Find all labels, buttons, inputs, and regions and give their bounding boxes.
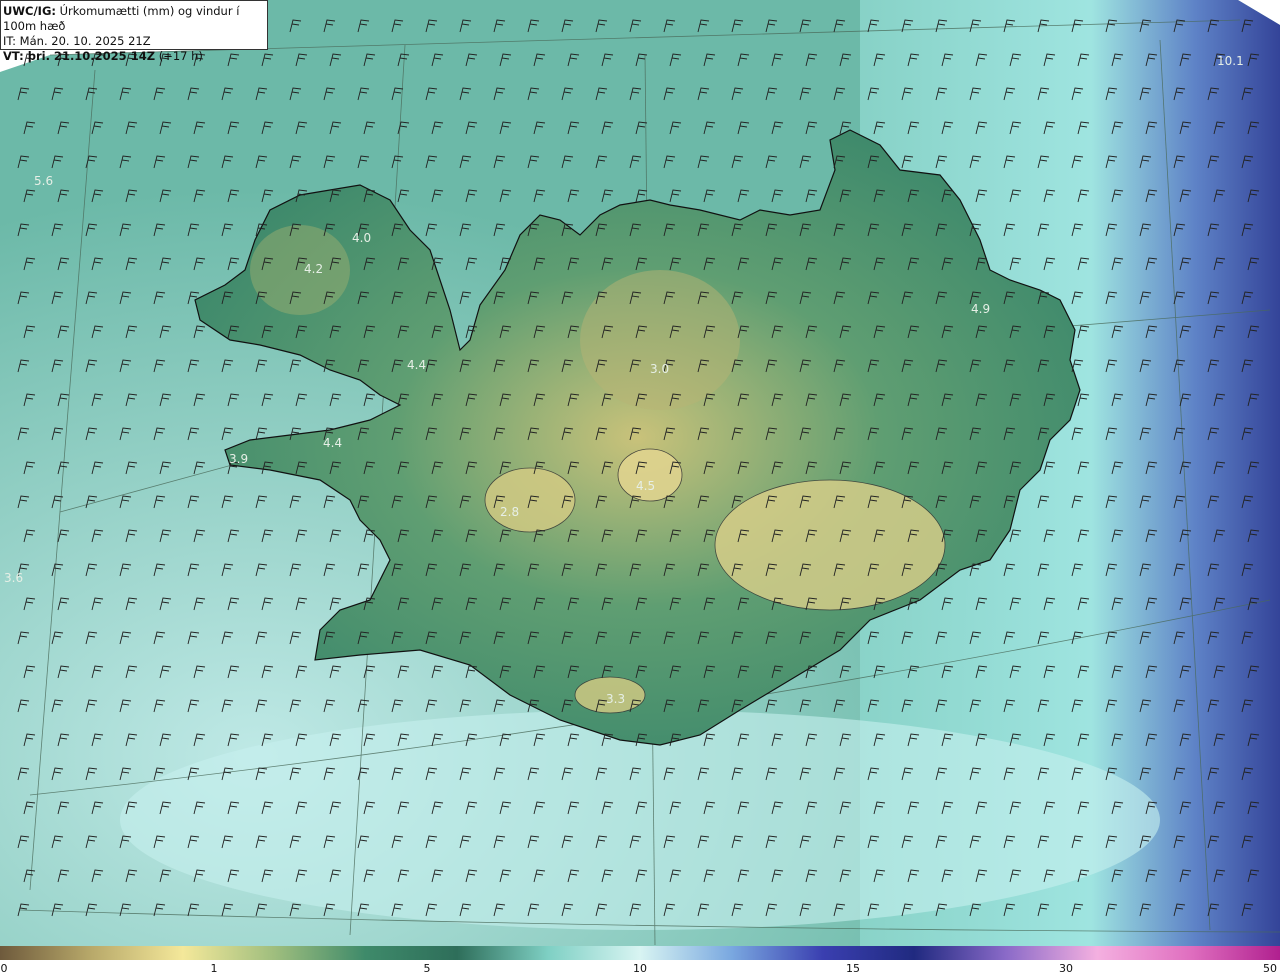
map-value-label: 5.6 [34, 174, 53, 188]
map-value-label: 2.8 [500, 505, 519, 519]
map-value-label: 4.0 [352, 231, 371, 245]
color-scale-tick: 0 [0, 962, 8, 975]
forecast-offset: (+17 h) [158, 49, 203, 63]
map-value-label: 3.0 [650, 362, 669, 376]
map-value-label: 4.9 [971, 302, 990, 316]
title-line: UWC/IG: Úrkomumætti (mm) og vindur í 100… [3, 4, 267, 34]
color-scale-tick: 15 [846, 962, 860, 975]
map-value-label: 10.1 [1217, 54, 1244, 68]
map-value-label: 4.4 [407, 358, 426, 372]
map-value-label: 4.4 [323, 436, 342, 450]
map-value-label: 3.3 [606, 692, 625, 706]
map-value-label: 3.9 [229, 452, 248, 466]
model-name: UWC/IG: [3, 4, 56, 18]
color-scale-tick: 30 [1059, 962, 1073, 975]
highland-north [580, 270, 740, 410]
color-scale-bar [0, 946, 1280, 960]
color-scale-tick: 5 [423, 962, 431, 975]
color-scale-tick: 1 [210, 962, 218, 975]
map-value-label: 3.6 [4, 571, 23, 585]
color-scale-tick: 50 [1263, 962, 1277, 975]
map-value-label: 4.5 [636, 479, 655, 493]
color-scale-tick: 10 [633, 962, 647, 975]
valid-time: VT: þri. 21.10.2025 14Z [3, 49, 156, 63]
glacier-vatnajokull [714, 479, 946, 611]
map-value-label: 4.2 [304, 262, 323, 276]
glacier-hofsjokull [617, 448, 683, 502]
weather-map: 5.6 4.0 4.2 4.4 4.4 3.9 3.0 2.8 4.5 4.9 … [0, 0, 1280, 946]
valid-time-line: VT: þri. 21.10.2025 14Z (+17 h) [3, 49, 267, 64]
map-title-box: UWC/IG: Úrkomumætti (mm) og vindur í 100… [0, 0, 268, 63]
init-time: IT: Mán. 20. 10. 2025 21Z [3, 34, 151, 48]
westfjords-high [250, 225, 350, 315]
